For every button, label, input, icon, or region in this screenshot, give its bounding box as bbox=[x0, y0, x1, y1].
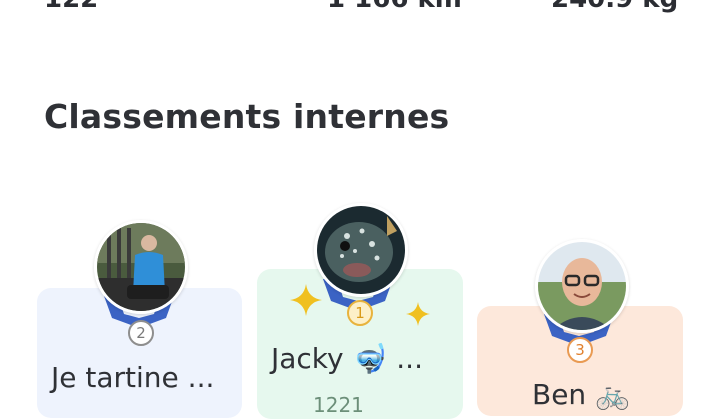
rank-badge-3: 3 bbox=[567, 337, 593, 363]
podium-name-2: Je tartine ... bbox=[51, 361, 215, 394]
podium-score-1: 1221 bbox=[313, 393, 364, 417]
stat-distance: 1 166 km bbox=[327, 0, 462, 14]
avatar-rank-2[interactable] bbox=[94, 220, 188, 314]
section-title: Classements internes bbox=[44, 97, 450, 136]
stats-row: 122 1 166 km 240.9 kg bbox=[0, 0, 720, 14]
sparkle-icon bbox=[406, 302, 430, 326]
avatar-rank-3[interactable] bbox=[535, 239, 629, 333]
person-photo-icon bbox=[97, 223, 185, 311]
rank-badge-2: 2 bbox=[128, 320, 154, 346]
man-photo-icon bbox=[538, 242, 626, 330]
avatar-rank-1[interactable] bbox=[314, 203, 408, 297]
fish-photo-icon bbox=[317, 206, 405, 294]
stat-weight: 240.9 kg bbox=[551, 0, 678, 14]
stat-count: 122 bbox=[44, 0, 98, 14]
sparkle-icon bbox=[290, 284, 322, 316]
podium-name-3: Ben 🚲 bbox=[532, 378, 630, 411]
podium-name-1: Jacky 🤿 ... bbox=[271, 342, 423, 375]
rank-badge-1: 1 bbox=[347, 300, 373, 326]
